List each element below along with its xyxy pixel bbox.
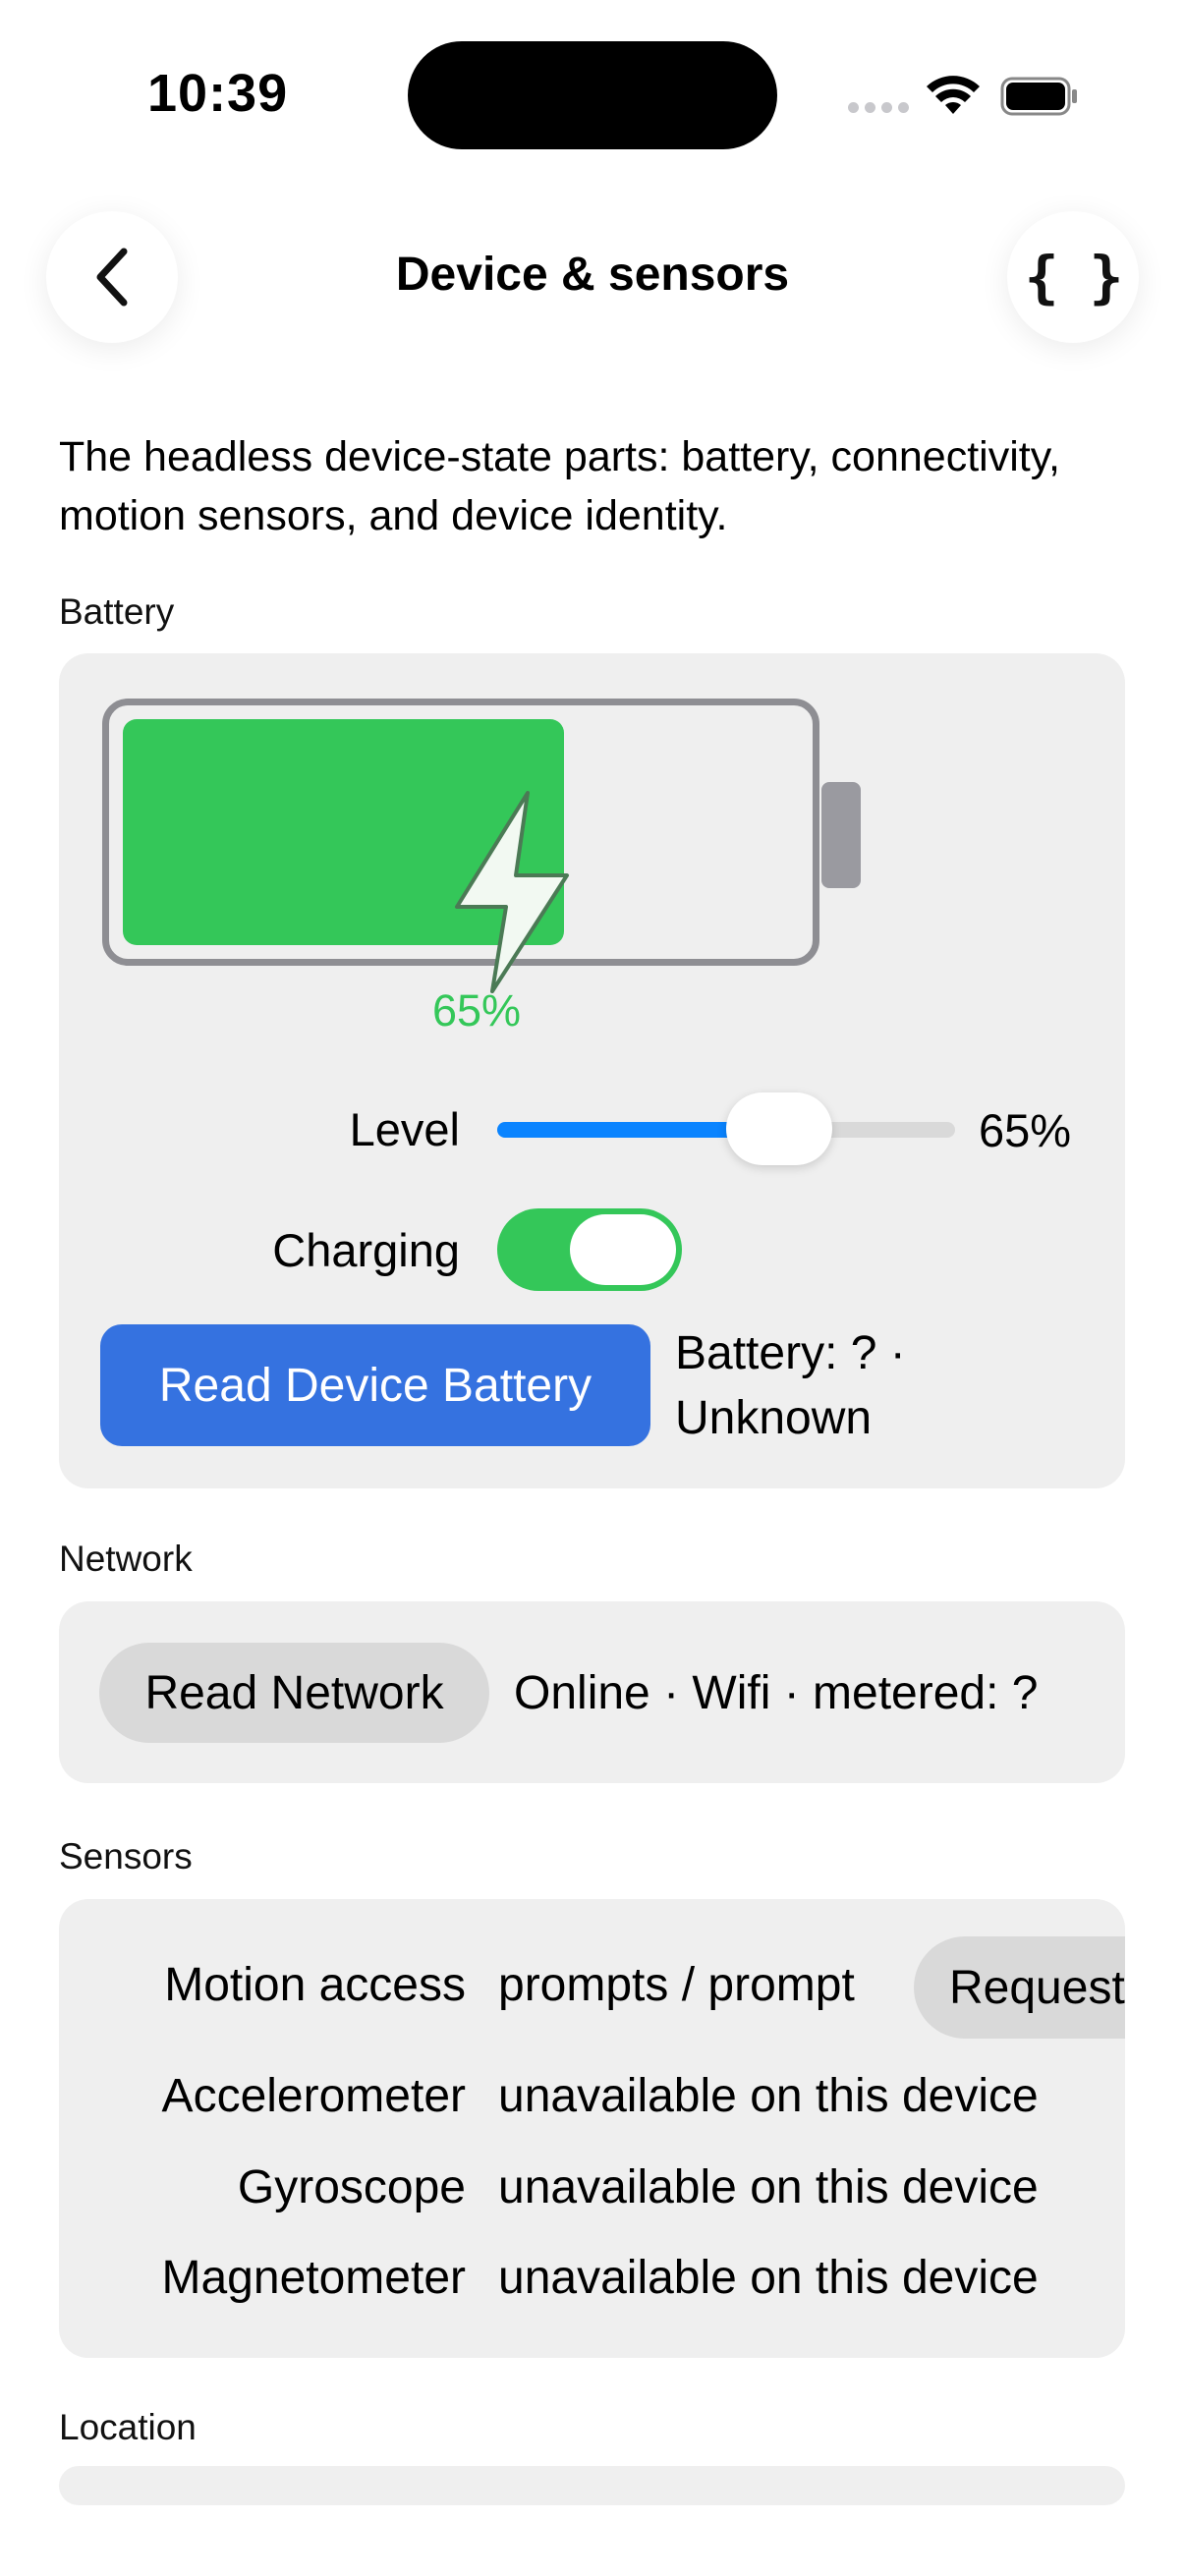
read-network-button[interactable]: Read Network xyxy=(99,1643,489,1743)
curly-braces-icon: { } xyxy=(1024,244,1124,310)
status-time: 10:39 xyxy=(147,64,289,123)
view-source-button[interactable]: { } xyxy=(1007,211,1139,343)
sensor-value-accelerometer: unavailable on this device xyxy=(498,2070,1039,2122)
charging-toggle[interactable] xyxy=(497,1208,682,1291)
section-label-location: Location xyxy=(59,2407,197,2447)
location-card xyxy=(59,2466,1125,2505)
sensor-value-gyroscope: unavailable on this device xyxy=(498,2161,1039,2213)
page: 10:39 Device & sensors { } The headless … xyxy=(0,0,1185,2576)
cellular-signal-icon xyxy=(848,102,909,113)
lightning-bolt-icon xyxy=(455,791,569,993)
wifi-icon xyxy=(927,76,980,114)
sensor-label-magnetometer: Magnetometer xyxy=(161,2252,467,2304)
section-label-sensors: Sensors xyxy=(59,1836,193,1876)
sensor-label-motion-access: Motion access xyxy=(164,1959,466,2011)
sensors-card: Motion access prompts / prompt Request A… xyxy=(59,1899,1125,2358)
battery-terminal xyxy=(821,782,861,888)
level-label: Level xyxy=(349,1103,460,1155)
sensor-label-accelerometer: Accelerometer xyxy=(161,2070,466,2122)
dynamic-island xyxy=(408,41,777,149)
intro-text: The headless device-state parts: battery… xyxy=(59,433,1060,539)
sensor-value-motion-access: prompts / prompt xyxy=(498,1959,855,2011)
request-motion-access-button[interactable]: Request xyxy=(914,1936,1125,2039)
network-status-text: Online · Wifi · metered: ? xyxy=(514,1667,1039,1719)
level-slider-thumb[interactable] xyxy=(726,1092,832,1165)
charging-label: Charging xyxy=(272,1224,460,1276)
battery-status-icon xyxy=(1000,77,1077,116)
read-device-battery-button[interactable]: Read Device Battery xyxy=(100,1324,650,1446)
section-label-battery: Battery xyxy=(59,591,175,632)
battery-card: 65% Level 65% Charging Read Device Batte… xyxy=(59,653,1125,1488)
sensor-label-gyroscope: Gyroscope xyxy=(237,2161,466,2213)
section-label-network: Network xyxy=(59,1539,193,1579)
charging-toggle-knob xyxy=(570,1214,676,1285)
network-card: Read Network Online · Wifi · metered: ? xyxy=(59,1601,1125,1783)
sensor-value-magnetometer: unavailable on this device xyxy=(498,2252,1039,2304)
battery-graphic xyxy=(102,699,819,993)
battery-percent-label: 65% xyxy=(432,985,522,1036)
level-value: 65% xyxy=(979,1104,1072,1156)
battery-status-text: Battery: ? · Unknown xyxy=(675,1327,906,1444)
